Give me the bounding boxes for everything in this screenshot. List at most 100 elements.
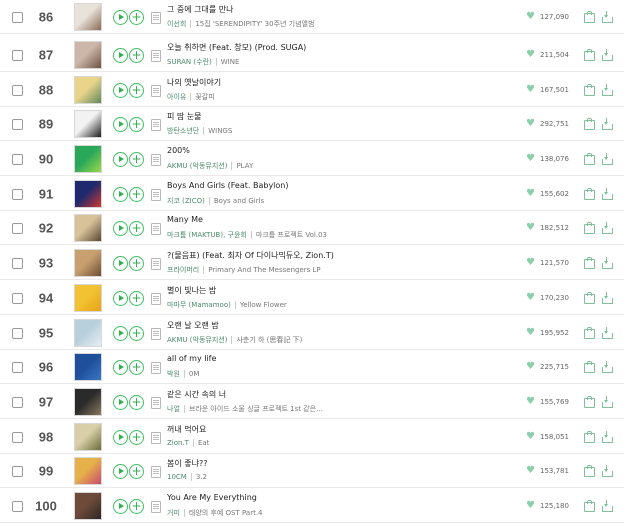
artist-name[interactable]: 거미 <box>167 509 180 517</box>
heart-icon[interactable]: ♥ <box>526 153 535 165</box>
song-title[interactable]: 200% <box>167 146 190 155</box>
album-art[interactable] <box>74 352 102 381</box>
cart-icon[interactable] <box>584 291 595 304</box>
heart-icon[interactable]: ♥ <box>526 49 535 61</box>
add-icon[interactable]: + <box>129 255 144 271</box>
album-name[interactable]: 0M <box>189 370 200 378</box>
cart-icon[interactable] <box>584 256 595 269</box>
download-icon[interactable] <box>602 256 613 269</box>
play-icon[interactable] <box>113 463 128 479</box>
artist-name[interactable]: 마크툽 (MAKTUB), 구윤회 <box>167 231 247 239</box>
cart-icon[interactable] <box>584 48 595 61</box>
song-row[interactable]: 100 + You Are My Everything 거미 태양의 후예 OST Pa… <box>0 489 624 523</box>
album-name[interactable]: WINE <box>221 58 240 66</box>
artist-name[interactable]: 이선희 <box>167 20 186 28</box>
heart-icon[interactable]: ♥ <box>526 396 535 408</box>
album-art[interactable] <box>74 2 102 31</box>
cart-icon[interactable] <box>584 83 595 96</box>
song-title[interactable]: 피 땀 눈물 <box>167 111 202 122</box>
play-icon[interactable] <box>113 325 128 341</box>
song-title[interactable]: 오늘 취하면 (Feat. 창모) (Prod. SUGA) <box>167 42 306 53</box>
add-icon[interactable]: + <box>129 9 144 25</box>
album-art[interactable] <box>74 318 102 347</box>
play-icon[interactable] <box>113 359 128 375</box>
download-icon[interactable] <box>602 10 613 23</box>
album-name[interactable]: 마크툽 프로젝트 Vol.03 <box>256 231 327 239</box>
song-row[interactable]: 96 + all of my life 박원 0M ♥ 225,715 <box>0 350 624 384</box>
select-checkbox[interactable] <box>12 361 23 373</box>
heart-icon[interactable]: ♥ <box>526 257 535 269</box>
cart-icon[interactable] <box>584 360 595 373</box>
lyrics-icon[interactable] <box>151 153 161 166</box>
cart-icon[interactable] <box>584 499 595 512</box>
song-title[interactable]: 그 중에 그대를 만나 <box>167 4 234 15</box>
heart-icon[interactable]: ♥ <box>526 118 535 130</box>
song-title[interactable]: Many Me <box>167 215 203 224</box>
lyrics-icon[interactable] <box>151 118 161 131</box>
heart-icon[interactable]: ♥ <box>526 292 535 304</box>
artist-name[interactable]: 방탄소년단 <box>167 127 199 135</box>
select-checkbox[interactable] <box>12 188 23 200</box>
artist-name[interactable]: 아이유 <box>167 93 186 101</box>
artist-name[interactable]: Zion.T <box>167 439 189 447</box>
album-name[interactable]: 태양의 후예 OST Part.4 <box>189 509 263 517</box>
play-icon[interactable] <box>113 186 128 202</box>
album-name[interactable]: WINGS <box>208 127 232 135</box>
album-name[interactable]: Boys and Girls <box>214 197 264 205</box>
cart-icon[interactable] <box>584 221 595 234</box>
add-icon[interactable]: + <box>129 359 144 375</box>
artist-name[interactable]: 10CM <box>167 473 187 481</box>
download-icon[interactable] <box>602 464 613 477</box>
song-row[interactable]: 89 + 피 땀 눈물 방탄소년단 WINGS ♥ 292,751 <box>0 107 624 141</box>
song-row[interactable]: 88 + 나의 옛날이야기 아이유 꽃갈피 ♥ 167,501 <box>0 73 624 107</box>
lyrics-icon[interactable] <box>151 396 161 409</box>
cart-icon[interactable] <box>584 10 595 23</box>
lyrics-icon[interactable] <box>151 327 161 340</box>
select-checkbox[interactable] <box>12 257 23 269</box>
lyrics-icon[interactable] <box>151 500 161 513</box>
artist-name[interactable]: SURAN (수란) <box>167 58 212 66</box>
select-checkbox[interactable] <box>12 500 23 512</box>
album-art[interactable] <box>74 491 102 520</box>
heart-icon[interactable]: ♥ <box>526 500 535 512</box>
download-icon[interactable] <box>602 83 613 96</box>
song-row[interactable]: 98 + 꺼내 먹어요 Zion.T Eat ♥ 158,051 <box>0 420 624 454</box>
song-title[interactable]: You Are My Everything <box>167 493 257 502</box>
add-icon[interactable]: + <box>129 429 144 445</box>
song-title[interactable]: 봄이 좋냐?? <box>167 458 207 469</box>
cart-icon[interactable] <box>584 326 595 339</box>
lyrics-icon[interactable] <box>151 431 161 444</box>
song-title[interactable]: ?(물음표) (Feat. 최자 Of 다이나믹듀오, Zion.T) <box>167 250 334 261</box>
album-art[interactable] <box>74 213 102 242</box>
cart-icon[interactable] <box>584 395 595 408</box>
artist-name[interactable]: 박원 <box>167 370 180 378</box>
select-checkbox[interactable] <box>12 222 23 234</box>
download-icon[interactable] <box>602 360 613 373</box>
album-art[interactable] <box>74 144 102 173</box>
play-icon[interactable] <box>113 9 128 25</box>
download-icon[interactable] <box>602 430 613 443</box>
song-row[interactable]: 93 + ?(물음표) (Feat. 최자 Of 다이나믹듀오, Zion.T) 프라… <box>0 246 624 280</box>
heart-icon[interactable]: ♥ <box>526 222 535 234</box>
lyrics-icon[interactable] <box>151 222 161 235</box>
album-art[interactable] <box>74 456 102 485</box>
lyrics-icon[interactable] <box>151 11 161 24</box>
download-icon[interactable] <box>602 291 613 304</box>
play-icon[interactable] <box>113 394 128 410</box>
album-art[interactable] <box>74 387 102 416</box>
artist-name[interactable]: 프라이머리 <box>167 266 199 274</box>
album-art[interactable] <box>74 248 102 277</box>
add-icon[interactable]: + <box>129 116 144 132</box>
song-row[interactable]: 87 + 오늘 취하면 (Feat. 창모) (Prod. SUGA) SURAN (… <box>0 38 624 72</box>
cart-icon[interactable] <box>584 152 595 165</box>
lyrics-icon[interactable] <box>151 84 161 97</box>
heart-icon[interactable]: ♥ <box>526 327 535 339</box>
lyrics-icon[interactable] <box>151 49 161 62</box>
add-icon[interactable]: + <box>129 394 144 410</box>
song-title[interactable]: 별이 빛나는 밤 <box>167 285 216 296</box>
play-icon[interactable] <box>113 82 128 98</box>
song-row[interactable]: 90 +200% AKMU (악동뮤지션) PLAY ♥ 138,076 <box>0 142 624 176</box>
select-checkbox[interactable] <box>12 49 23 61</box>
song-row[interactable]: 99 + 봄이 좋냐?? 10CM 3.2 ♥ 153,781 <box>0 454 624 488</box>
artist-name[interactable]: 마마무 (Mamamoo) <box>167 301 231 309</box>
